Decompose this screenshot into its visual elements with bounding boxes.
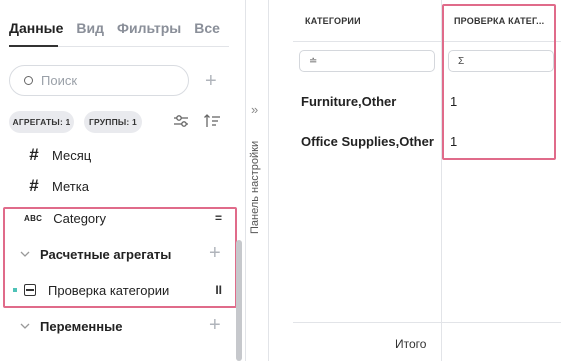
highlight-frame-column xyxy=(442,4,556,160)
number-type-icon: # xyxy=(29,176,39,195)
panel-scrollbar[interactable] xyxy=(236,240,242,361)
total-divider xyxy=(293,322,561,323)
aggregates-chip[interactable]: АГРЕГАТЫ: 1 xyxy=(9,111,74,133)
chevron-down-icon xyxy=(20,251,30,257)
tab-view[interactable]: Вид xyxy=(76,20,104,36)
expand-arrows-icon[interactable]: » xyxy=(251,102,258,117)
table-cell-category: Office Supplies,Other xyxy=(301,134,434,149)
dimension-icon: = xyxy=(214,211,222,225)
total-label: Итого xyxy=(395,337,427,351)
data-panel: Данные Вид Фильтры Все Поиск + АГРЕГАТЫ:… xyxy=(0,0,245,361)
settings-panel-label: Панель настройки xyxy=(249,140,261,234)
column-header-categories[interactable]: КАТЕГОРИИ xyxy=(305,16,361,26)
data-table: КАТЕГОРИИ ПРОВЕРКА КАТЕГ... ≐ Σ Furnitur… xyxy=(293,0,561,361)
search-placeholder: Поиск xyxy=(41,73,78,88)
tab-filters[interactable]: Фильтры xyxy=(117,20,181,36)
add-calc-aggregate-button[interactable]: + xyxy=(209,243,221,263)
chevron-down-icon xyxy=(20,323,30,329)
tab-data[interactable]: Данные xyxy=(9,20,63,36)
table-cell-category: Furniture,Other xyxy=(301,94,397,109)
sum-icon: Σ xyxy=(458,55,465,67)
settings-sliders-icon[interactable] xyxy=(172,113,190,129)
filter-input-check[interactable]: Σ xyxy=(448,50,554,72)
number-type-icon: # xyxy=(29,145,39,164)
panel-tabs: Данные Вид Фильтры Все xyxy=(9,20,220,36)
add-variable-button[interactable]: + xyxy=(209,315,221,335)
calculator-icon xyxy=(24,284,36,296)
tab-all[interactable]: Все xyxy=(194,20,220,36)
header-divider xyxy=(293,41,561,42)
filter-input-categories[interactable]: ≐ xyxy=(299,50,435,72)
active-tab-indicator xyxy=(9,45,58,47)
field-item-month[interactable]: # Месяц xyxy=(0,139,236,171)
column-divider xyxy=(441,0,442,361)
field-item-category[interactable]: ABC Category = xyxy=(0,202,236,234)
column-header-check[interactable]: ПРОВЕРКА КАТЕГ... xyxy=(454,16,544,26)
field-item-calc-check[interactable]: Проверка категории II xyxy=(0,274,236,306)
add-field-button[interactable]: + xyxy=(205,71,217,91)
field-item-label[interactable]: # Метка xyxy=(0,170,236,202)
groups-chip[interactable]: ГРУППЫ: 1 xyxy=(84,111,142,133)
sort-icon[interactable] xyxy=(203,113,221,129)
field-label: Метка xyxy=(52,178,89,194)
section-title: Переменные xyxy=(40,318,123,334)
field-label: Category xyxy=(53,210,106,226)
section-variables[interactable]: Переменные xyxy=(0,310,236,342)
section-calc-aggregates[interactable]: Расчетные агрегаты xyxy=(0,238,236,270)
filter-icon: ≐ xyxy=(309,55,318,67)
table-cell-check: 1 xyxy=(450,94,458,109)
settings-panel-toggle[interactable]: » Панель настройки xyxy=(245,0,269,361)
section-title: Расчетные агрегаты xyxy=(40,246,172,262)
table-cell-check: 1 xyxy=(450,134,458,149)
measure-icon: II xyxy=(215,283,222,297)
field-label: Проверка категории xyxy=(48,282,170,298)
field-label: Месяц xyxy=(52,147,92,163)
text-type-icon: ABC xyxy=(24,213,43,223)
search-icon xyxy=(24,76,33,85)
search-input[interactable]: Поиск xyxy=(9,65,189,96)
